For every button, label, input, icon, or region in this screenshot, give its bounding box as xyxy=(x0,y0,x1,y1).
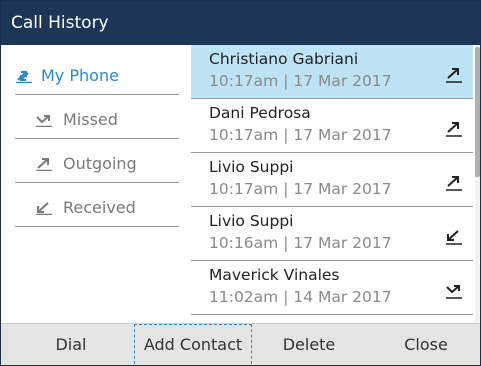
call-list: Christiano Gabriani 10:17am | 17 Mar 201… xyxy=(191,45,480,323)
outgoing-call-icon xyxy=(36,158,52,171)
call-timestamp: 11:02am | 14 Mar 2017 xyxy=(209,288,392,306)
call-timestamp: 10:17am | 17 Mar 2017 xyxy=(209,72,392,90)
dial-button[interactable]: Dial xyxy=(31,324,111,365)
sidebar-item-label: Received xyxy=(63,198,136,217)
scrollbar-thumb[interactable] xyxy=(475,47,480,177)
call-timestamp: 10:16am | 17 Mar 2017 xyxy=(209,234,392,252)
sidebar-item-label: Outgoing xyxy=(63,154,137,173)
caller-name: Livio Suppi xyxy=(209,212,294,230)
call-list-item[interactable]: Dani Pedrosa 10:17am | 17 Mar 2017 xyxy=(191,99,473,153)
call-list-item[interactable]: Livio Suppi 10:17am | 17 Mar 2017 xyxy=(191,153,473,207)
all-calls-icon xyxy=(16,71,32,83)
received-call-icon xyxy=(446,230,462,245)
sidebar-item-received[interactable]: Received xyxy=(15,189,179,227)
softkey-bar: Dial Add Contact Delete Close xyxy=(1,323,480,365)
sidebar-item-label: My Phone xyxy=(41,66,119,85)
missed-call-icon xyxy=(446,285,462,299)
delete-button[interactable]: Delete xyxy=(269,324,349,365)
close-button[interactable]: Close xyxy=(386,324,466,365)
call-timestamp: 10:17am | 17 Mar 2017 xyxy=(209,180,392,198)
call-history-screen: Call History My Phone Missed Outgoing Re… xyxy=(0,0,481,366)
caller-name: Livio Suppi xyxy=(209,158,294,176)
received-call-icon xyxy=(36,202,52,215)
outgoing-call-icon xyxy=(446,176,462,191)
add-contact-button[interactable]: Add Contact xyxy=(134,324,252,364)
caller-name: Dani Pedrosa xyxy=(209,104,311,122)
caller-name: Christiano Gabriani xyxy=(209,50,359,68)
missed-call-icon xyxy=(36,115,52,127)
outgoing-call-icon xyxy=(446,122,462,137)
sidebar-item-outgoing[interactable]: Outgoing xyxy=(15,145,179,183)
call-filter-sidebar: My Phone Missed Outgoing Received xyxy=(1,45,192,323)
call-list-item[interactable]: Livio Suppi 10:16am | 17 Mar 2017 xyxy=(191,207,473,261)
outgoing-call-icon xyxy=(446,68,462,83)
sidebar-item-my-phone[interactable]: My Phone xyxy=(15,57,179,95)
title-bar: Call History xyxy=(1,1,480,45)
sidebar-item-label: Missed xyxy=(63,110,118,129)
call-timestamp: 10:17am | 17 Mar 2017 xyxy=(209,126,392,144)
sidebar-item-missed[interactable]: Missed xyxy=(15,101,179,139)
screen-title: Call History xyxy=(11,13,109,33)
call-list-item[interactable]: Maverick Vinales 11:02am | 14 Mar 2017 xyxy=(191,261,473,315)
call-list-scrollbar[interactable] xyxy=(475,45,480,323)
caller-name: Maverick Vinales xyxy=(209,266,340,284)
call-list-item[interactable]: Christiano Gabriani 10:17am | 17 Mar 201… xyxy=(191,45,473,99)
